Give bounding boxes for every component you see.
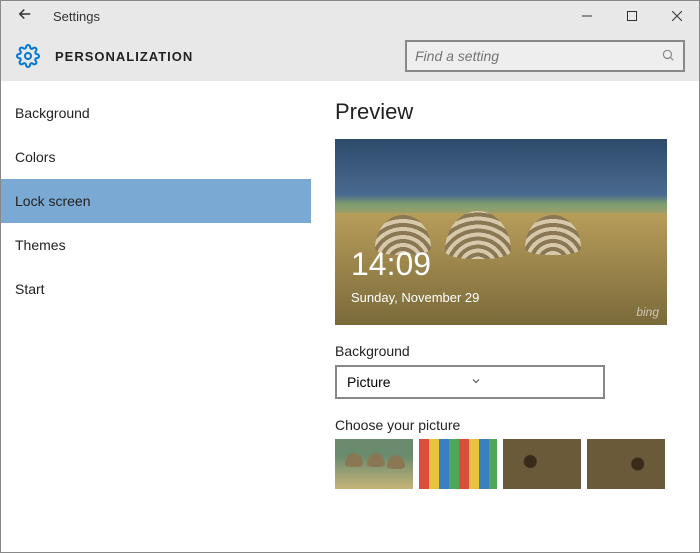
sidebar-item-label: Colors — [15, 149, 55, 165]
sidebar-item-themes[interactable]: Themes — [1, 223, 311, 267]
sidebar-item-label: Themes — [15, 237, 66, 253]
gear-icon — [15, 43, 41, 69]
main-content: Preview 14:09 Sunday, November 29 bing B… — [311, 81, 699, 552]
background-label: Background — [335, 343, 679, 359]
dropdown-value: Picture — [347, 374, 470, 390]
preview-date: Sunday, November 29 — [351, 290, 479, 305]
bing-watermark: bing — [636, 305, 659, 319]
close-button[interactable] — [654, 1, 699, 31]
search-box[interactable] — [405, 40, 685, 72]
chevron-down-icon — [470, 374, 593, 390]
preview-heading: Preview — [335, 99, 679, 125]
sidebar-item-colors[interactable]: Colors — [1, 135, 311, 179]
search-icon — [661, 48, 675, 65]
header: PERSONALIZATION — [1, 31, 699, 81]
lock-screen-preview: 14:09 Sunday, November 29 bing — [335, 139, 667, 325]
picture-thumb-4[interactable] — [587, 439, 665, 489]
sidebar-item-label: Background — [15, 105, 90, 121]
picture-thumb-2[interactable] — [419, 439, 497, 489]
preview-time: 14:09 — [351, 246, 431, 283]
titlebar: Settings — [1, 1, 699, 31]
picture-thumbnails — [335, 439, 679, 489]
sidebar-item-label: Lock screen — [15, 193, 90, 209]
back-button[interactable] — [1, 5, 49, 28]
page-category: PERSONALIZATION — [55, 49, 193, 64]
picture-thumb-3[interactable] — [503, 439, 581, 489]
sidebar: Background Colors Lock screen Themes Sta… — [1, 81, 311, 552]
sidebar-item-start[interactable]: Start — [1, 267, 311, 311]
minimize-button[interactable] — [564, 1, 609, 31]
choose-picture-label: Choose your picture — [335, 417, 679, 433]
window-title: Settings — [53, 9, 100, 24]
sidebar-item-lock-screen[interactable]: Lock screen — [1, 179, 311, 223]
search-input[interactable] — [415, 48, 661, 64]
picture-thumb-1[interactable] — [335, 439, 413, 489]
maximize-button[interactable] — [609, 1, 654, 31]
sidebar-item-label: Start — [15, 281, 45, 297]
sidebar-item-background[interactable]: Background — [1, 91, 311, 135]
background-dropdown[interactable]: Picture — [335, 365, 605, 399]
